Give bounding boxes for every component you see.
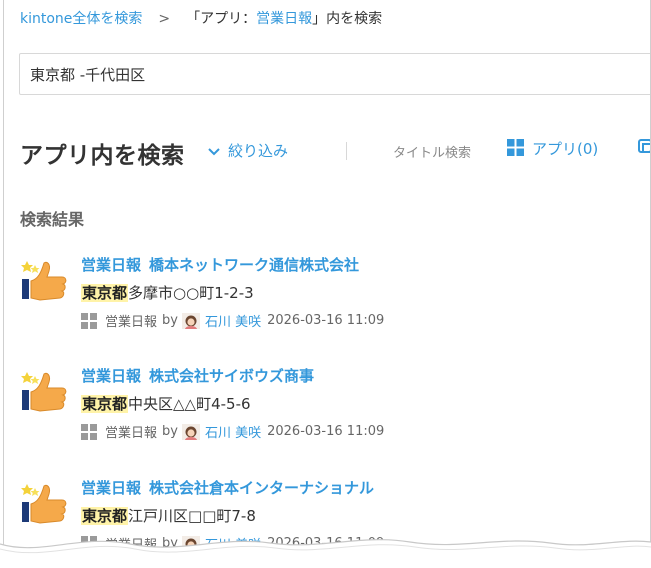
snippet-text: 江戸川区□□町7-8 [128, 507, 256, 525]
result-record-title: 橋本ネットワーク通信株式会社 [149, 256, 360, 274]
meta-app-name: 営業日報 [105, 315, 158, 330]
result-app-name: 営業日報 [81, 256, 142, 274]
list-item: 営業日報 株式会社サイボウズ商事 東京都中央区△△町4-5-6 営業日報 by 石… [20, 365, 650, 461]
result-app-name: 営業日報 [81, 367, 142, 385]
thumbs-up-app-icon [21, 484, 67, 524]
chevron-down-icon [208, 147, 220, 155]
app-grid-icon [507, 139, 524, 156]
results-heading: 検索結果 [20, 210, 85, 229]
divider [346, 142, 347, 160]
thumbs-up-app-icon [21, 372, 67, 412]
result-record-title: 株式会社倉本インターナショナル [149, 479, 375, 497]
meta-datetime: 2026-03-16 11:09 [267, 313, 385, 328]
record-title-link[interactable]: 営業日報 株式会社倉本インターナショナル [81, 477, 374, 498]
search-highlight: 東京都 [81, 507, 129, 525]
breadcrumb: kintone全体を検索 > 「アプリ：営業日報」内を検索 [20, 8, 382, 28]
breadcrumb-current-app[interactable]: 営業日報 [256, 11, 312, 27]
record-title-link[interactable]: 営業日報 株式会社サイボウズ商事 [81, 365, 314, 386]
breadcrumb-kintone-search-link[interactable]: kintone全体を検索 [20, 11, 142, 27]
filter-label: 絞り込み [228, 142, 289, 160]
app-grid-icon [81, 312, 97, 329]
snippet-text: 多摩市○○町1-2-3 [128, 284, 254, 302]
result-meta: 営業日報 by 石川 美咲 2026-03-16 11:09 [81, 422, 384, 441]
result-snippet: 東京都江戸川区□□町7-8 [81, 505, 256, 526]
title-search-tab[interactable]: タイトル検索 [393, 142, 471, 161]
user-avatar [181, 423, 200, 440]
app-tab[interactable]: アプリ(0) [507, 138, 598, 159]
page-title: アプリ内を検索 [20, 143, 185, 169]
meta-user-link[interactable]: 石川 美咲 [205, 311, 261, 330]
thumbs-up-app-icon [21, 261, 67, 301]
search-page: kintone全体を検索>「アプリ：営業日報」内を検索 アプリ内を検索 絞り込み… [3, 0, 651, 562]
meta-by: by [162, 313, 178, 328]
meta-datetime: 2026-03-16 11:09 [267, 424, 385, 439]
search-highlight: 東京都 [81, 284, 129, 302]
app-tab-label: アプリ(0) [532, 140, 599, 158]
search-highlight: 東京都 [81, 395, 129, 413]
meta-user-link[interactable]: 石川 美咲 [205, 422, 261, 441]
space-tab-icon[interactable] [637, 138, 651, 156]
result-snippet: 東京都多摩市○○町1-2-3 [81, 282, 254, 303]
meta-by: by [162, 424, 178, 439]
result-snippet: 東京都中央区△△町4-5-6 [81, 393, 251, 414]
filter-toggle[interactable]: 絞り込み [208, 140, 288, 161]
user-avatar [181, 312, 200, 329]
record-title-link[interactable]: 営業日報 橋本ネットワーク通信株式会社 [81, 254, 359, 275]
list-item: 営業日報 橋本ネットワーク通信株式会社 東京都多摩市○○町1-2-3 営業日報 b… [20, 254, 650, 350]
result-meta: 営業日報 by 石川 美咲 2026-03-16 11:09 [81, 311, 384, 330]
breadcrumb-current-suffix: 」内を検索 [312, 11, 383, 27]
torn-edge [0, 539, 651, 568]
app-grid-icon [81, 423, 97, 440]
result-record-title: 株式会社サイボウズ商事 [149, 367, 315, 385]
breadcrumb-separator: > [158, 11, 171, 27]
search-input[interactable] [19, 53, 650, 95]
snippet-text: 中央区△△町4-5-6 [128, 395, 251, 413]
breadcrumb-current: 「アプリ：営業日報」内を検索 [186, 11, 382, 27]
meta-app-name: 営業日報 [105, 426, 158, 441]
breadcrumb-current-prefix: 「アプリ： [186, 11, 257, 27]
result-app-name: 営業日報 [81, 479, 142, 497]
